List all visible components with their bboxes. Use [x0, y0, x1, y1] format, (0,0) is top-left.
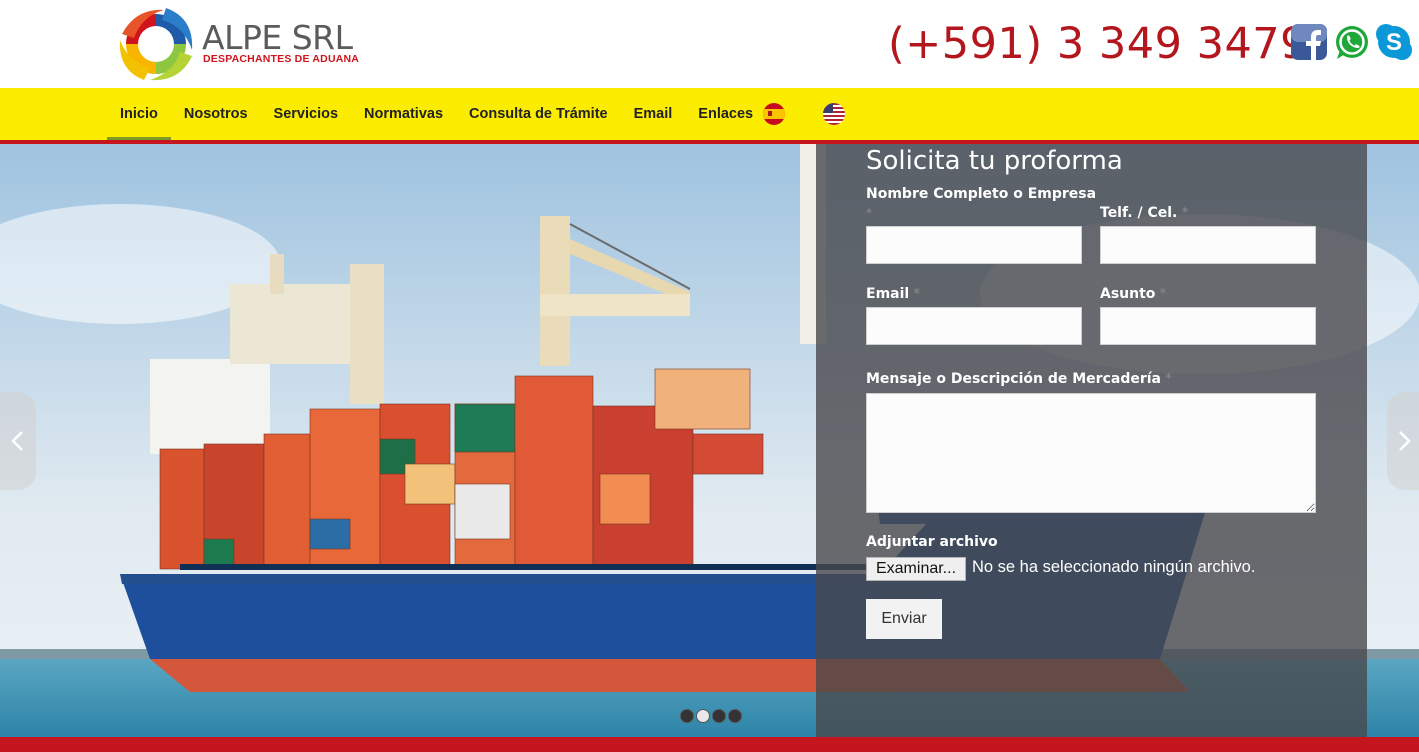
nav-item-consulta-tramite[interactable]: Consulta de Trámite	[456, 88, 621, 140]
skype-icon[interactable]: S	[1374, 22, 1414, 62]
name-input[interactable]	[866, 226, 1082, 264]
phone-number[interactable]: (+591) 3 349 3479	[888, 18, 1308, 70]
spanish-flag-icon[interactable]	[763, 103, 785, 125]
us-flag-icon[interactable]	[823, 103, 845, 125]
nav-item-nosotros[interactable]: Nosotros	[171, 88, 261, 140]
nav-item-inicio[interactable]: Inicio	[107, 88, 171, 140]
chevron-right-icon	[1399, 431, 1411, 451]
company-name: ALPE SRL	[202, 18, 353, 57]
form-title: Solicita tu proforma	[866, 146, 1123, 176]
nav-item-servicios[interactable]: Servicios	[261, 88, 352, 140]
slider-prev-button[interactable]	[0, 392, 36, 490]
svg-text:S: S	[1386, 29, 1402, 56]
message-textarea[interactable]	[866, 393, 1316, 513]
name-label: Nombre Completo o Empresa	[866, 186, 1097, 202]
slider-dots	[680, 709, 742, 723]
nav-item-normativas[interactable]: Normativas	[351, 88, 456, 140]
file-status-text: No se ha seleccionado ningún archivo.	[972, 558, 1256, 576]
nav-item-enlaces[interactable]: Enlaces	[685, 88, 766, 140]
submit-button[interactable]: Enviar	[866, 599, 942, 639]
email-input[interactable]	[866, 307, 1082, 345]
logo[interactable]: ALPE SRL DESPACHANTES DE ADUANA	[116, 4, 366, 84]
site-header: ALPE SRL DESPACHANTES DE ADUANA (+591) 3…	[0, 0, 1419, 88]
slider-dot[interactable]	[680, 709, 694, 723]
subject-label: Asunto *	[1100, 286, 1167, 302]
whatsapp-icon[interactable]	[1333, 24, 1371, 62]
footer-red-bar	[0, 737, 1419, 752]
facebook-icon[interactable]	[1290, 22, 1328, 62]
nav-item-email[interactable]: Email	[621, 88, 686, 140]
phone-label: Telf. / Cel. *	[1100, 205, 1189, 221]
phone-input[interactable]	[1100, 226, 1316, 264]
slider-next-button[interactable]	[1387, 392, 1419, 490]
main-nav: Inicio Nosotros Servicios Normativas Con…	[0, 88, 1419, 140]
name-required-mark: *	[866, 206, 872, 220]
logo-mark-icon	[119, 8, 193, 81]
attach-label: Adjuntar archivo	[866, 534, 998, 550]
slider-dot[interactable]	[712, 709, 726, 723]
slider-dot-active[interactable]	[696, 709, 710, 723]
file-browse-button[interactable]: Examinar...	[866, 557, 966, 581]
slider-dot[interactable]	[728, 709, 742, 723]
chevron-left-icon	[11, 431, 23, 451]
message-label: Mensaje o Descripción de Mercadería *	[866, 371, 1172, 387]
company-tagline: DESPACHANTES DE ADUANA	[203, 53, 360, 65]
email-label: Email *	[866, 286, 921, 302]
subject-input[interactable]	[1100, 307, 1316, 345]
